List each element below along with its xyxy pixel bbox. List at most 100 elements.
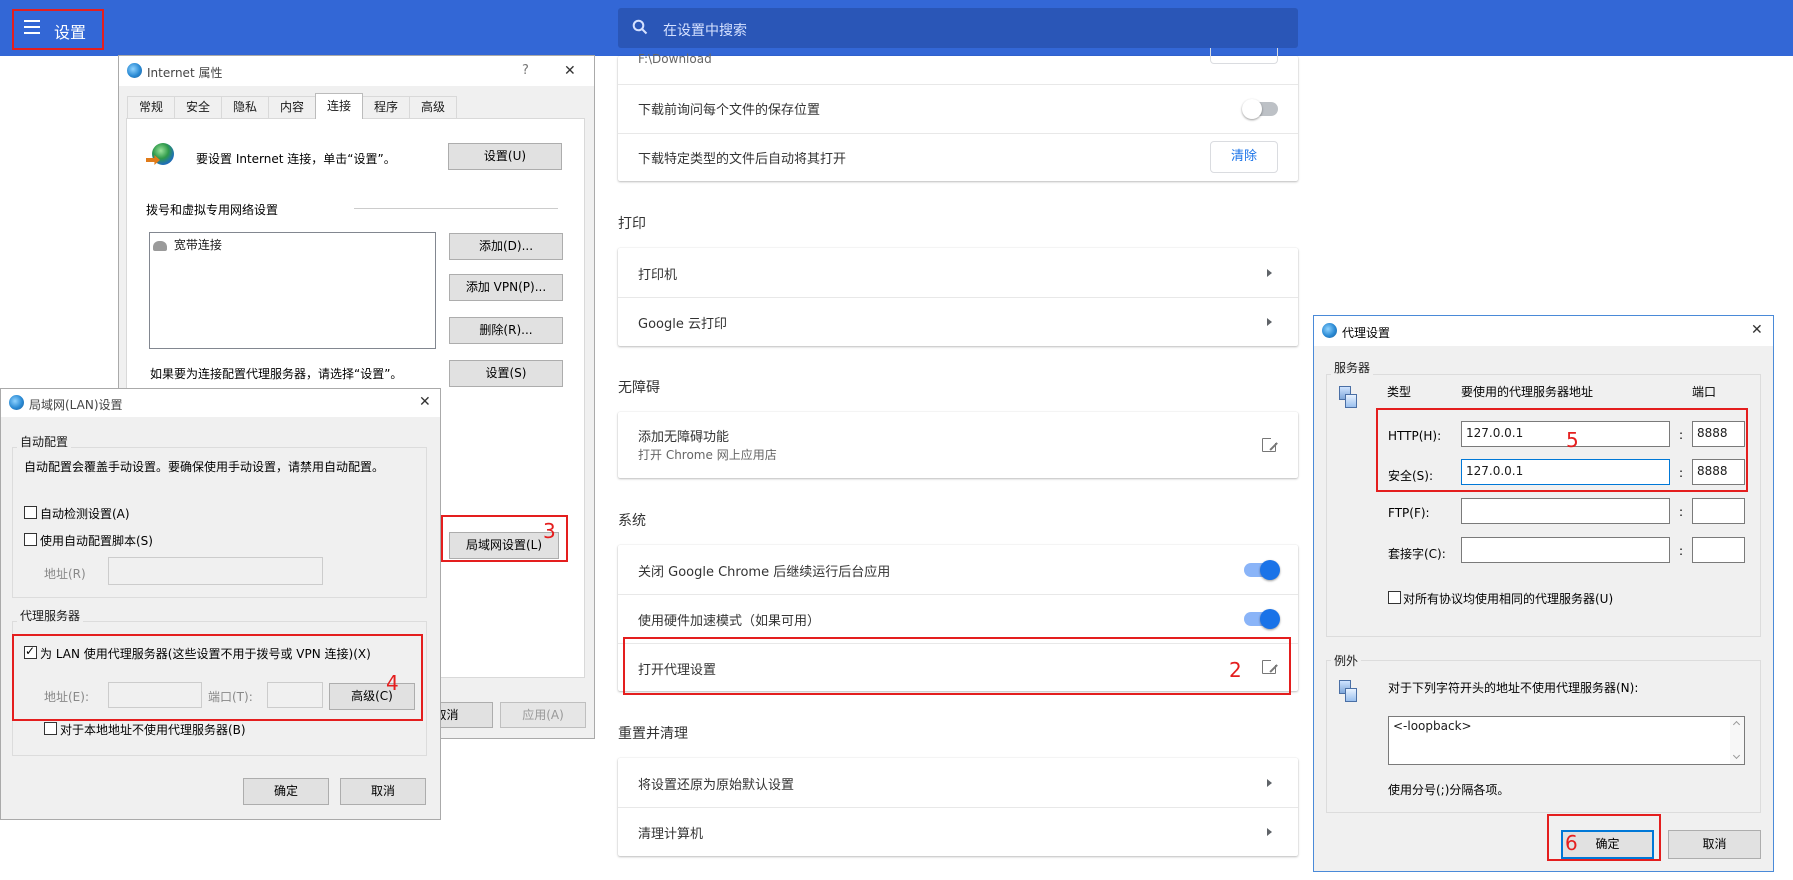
group-divider [354,208,558,209]
ask-location-label: 下载前询问每个文件的保存位置 [638,103,821,118]
cleanup-row[interactable]: 清理计算机 [618,807,1298,856]
chevron-right-icon [1267,779,1272,787]
use-proxy-checkbox[interactable] [24,644,37,659]
chevron-down-icon [1732,751,1741,760]
colon-separator: : [1679,544,1684,558]
colon-separator: : [1679,505,1684,519]
ask-location-toggle[interactable] [1242,99,1278,119]
open-proxy-settings-row[interactable]: 打开代理设置 [618,643,1298,691]
auto-detect-checkbox[interactable] [24,506,37,519]
connection-list[interactable]: 宽带连接 [149,232,436,349]
restore-defaults-label: 将设置还原为原始默认设置 [638,778,795,793]
restore-defaults-row[interactable]: 将设置还原为原始默认设置 [618,758,1298,807]
exceptions-input[interactable]: <-loopback> [1388,716,1745,765]
auto-script-label: 使用自动配置脚本(S) [40,534,153,548]
socks-port-input[interactable] [1692,537,1745,563]
col-type-label: 类型 [1387,385,1412,399]
socks-address-input[interactable] [1461,537,1670,563]
list-item[interactable]: 宽带连接 [153,236,222,253]
apply-button: 应用(A) [500,702,586,728]
setup-button[interactable]: 设置(U) [448,143,562,170]
secure-port-input[interactable]: 8888 [1692,459,1745,485]
delete-button[interactable]: 删除(R)... [449,317,563,344]
tab-connections[interactable]: 连接 [315,93,363,119]
clear-button[interactable]: 清除 [1210,141,1278,173]
script-address-input [108,557,323,585]
dialog-title: 代理设置 [1342,326,1391,340]
ftp-port-input[interactable] [1692,498,1745,524]
same-proxy-checkbox[interactable] [1388,591,1401,604]
system-section-title: 系统 [618,513,646,529]
close-button[interactable]: ✕ [419,394,431,410]
close-button[interactable]: ✕ [1751,322,1763,338]
scrollbar[interactable] [1730,717,1744,764]
advanced-button[interactable]: 高级(C) [329,683,415,710]
close-button[interactable]: ✕ [564,63,576,79]
add-accessibility-label: 添加无障碍功能 [638,430,730,445]
proxy-address-input [108,682,202,708]
tab-advanced[interactable]: 高级 [409,96,457,118]
col-port-label: 端口 [1692,385,1717,399]
broadband-icon [153,240,167,251]
print-card: 打印机 Google 云打印 [618,248,1298,346]
settings-button[interactable]: 设置(S) [449,360,563,387]
external-link-icon [1262,658,1278,674]
network-computer-icon [1337,678,1357,704]
auto-config-note: 自动配置会覆盖手动设置。要确保使用手动设置，请禁用自动配置。 [24,460,385,474]
tab-general[interactable]: 常规 [127,96,175,118]
annotation-number-4: 4 [386,671,399,695]
bg-apps-toggle[interactable] [1244,560,1280,580]
menu-icon[interactable] [24,20,40,34]
search-input[interactable]: 在设置中搜索 [618,8,1298,48]
auto-script-checkbox[interactable] [24,533,37,546]
bypass-local-label: 对于本地地址不使用代理服务器(B) [60,723,246,737]
proxy-port-label: 端口(T): [208,690,253,704]
globe-icon [127,63,142,78]
chevron-right-icon [1267,828,1272,836]
ok-button[interactable]: 确定 [243,778,329,805]
globe-icon [9,395,24,410]
cancel-button[interactable]: 取消 [1668,830,1761,859]
add-accessibility-sub: 打开 Chrome 网上应用店 [638,448,777,462]
cancel-button[interactable]: 取消 [340,778,426,805]
auto-open-label: 下载特定类型的文件后自动将其打开 [638,152,847,167]
same-proxy-label: 对所有协议均使用相同的代理服务器(U) [1403,592,1614,606]
hw-accel-label: 使用硬件加速模式（如果可用） [638,614,821,629]
bypass-local-checkbox[interactable] [44,722,57,735]
exceptions-group-label: 例外 [1331,652,1362,669]
chevron-right-icon [1267,318,1272,326]
internet-connect-icon [146,143,176,169]
top-bar: 设置 在设置中搜索 [0,0,1793,56]
dialog-title-bar: 局域网(LAN)设置 ✕ [1,389,440,417]
ftp-label: FTP(F): [1388,506,1430,520]
http-label: HTTP(H): [1388,429,1442,443]
tab-programs[interactable]: 程序 [362,96,410,118]
socks-label: 套接字(C): [1388,547,1446,561]
ftp-address-input[interactable] [1461,498,1670,524]
auto-detect-label: 自动检测设置(A) [40,507,130,521]
hw-accel-toggle[interactable] [1244,609,1280,629]
add-vpn-button[interactable]: 添加 VPN(P)... [449,274,563,301]
secure-label: 安全(S): [1388,469,1434,483]
dialog-title-bar: Internet 属性 ? ✕ [119,56,594,86]
page-title: 设置 [54,23,87,42]
cloud-print-row[interactable]: Google 云打印 [618,297,1298,346]
printer-label: 打印机 [638,268,678,283]
semicolon-note: 使用分号(;)分隔各项。 [1388,783,1510,797]
proxy-address-label: 地址(E): [44,690,89,704]
globe-icon [1322,323,1337,338]
tab-security[interactable]: 安全 [174,96,222,118]
col-address-label: 要使用的代理服务器地址 [1461,385,1594,399]
http-port-input[interactable]: 8888 [1692,421,1745,447]
printer-row[interactable]: 打印机 [618,248,1298,297]
tab-privacy[interactable]: 隐私 [221,96,269,118]
proxy-server-group-label: 代理服务器 [17,607,84,624]
change-button[interactable] [1210,48,1278,64]
dialog-title: Internet 属性 [147,66,223,80]
add-button[interactable]: 添加(D)... [449,233,563,260]
secure-address-input[interactable]: 127.0.0.1 [1461,459,1670,485]
chevron-up-icon [1732,720,1741,729]
add-accessibility-row[interactable]: 添加无障碍功能 打开 Chrome 网上应用店 [618,412,1298,478]
help-button[interactable]: ? [522,63,529,78]
tab-content[interactable]: 内容 [268,96,316,118]
